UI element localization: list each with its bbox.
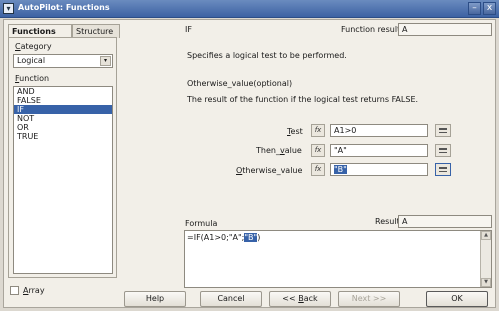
list-item[interactable]: AND [14,87,112,96]
list-item[interactable]: FALSE [14,96,112,105]
list-item[interactable]: OR [14,123,112,132]
otherwise-value-input[interactable]: "B" [330,163,428,176]
minimize-button[interactable]: – [468,2,481,15]
shrink-button-then-value[interactable] [435,144,451,157]
shrink-icon [439,148,447,153]
close-button[interactable]: x [483,2,496,15]
function-result-label: Function result [341,25,401,34]
back-button[interactable]: << Back [269,291,331,307]
scroll-up-icon[interactable]: ▲ [481,231,491,240]
fx-button-then-value[interactable]: fx [311,144,325,157]
array-label: Array [23,286,45,295]
list-item[interactable]: NOT [14,114,112,123]
function-list[interactable]: AND FALSE IF NOT OR TRUE [13,86,113,274]
array-checkbox[interactable] [10,286,19,295]
tab-structure[interactable]: Structure [72,24,120,38]
window-menu-icon[interactable]: ▾ [3,3,14,14]
list-item-selected[interactable]: IF [14,105,112,114]
fx-button-test[interactable]: fx [311,124,325,137]
formula-text: =IF(A1>0;"A";"B") [187,233,261,242]
otherwise-value-label: Otherwise_value [236,166,303,175]
category-value: Logical [17,56,46,65]
scroll-down-icon[interactable]: ▼ [481,278,491,287]
cancel-button[interactable]: Cancel [200,291,262,307]
result-field: A [398,215,492,228]
function-result-field: A [398,23,492,36]
fx-button-otherwise-value[interactable]: fx [311,163,325,176]
result-label: Result [375,217,400,226]
test-input[interactable]: A1>0 [330,124,428,137]
function-name: IF [185,25,192,34]
formula-scrollbar[interactable]: ▲ ▼ [480,231,491,287]
formula-label: Formula [185,219,218,228]
shrink-icon [439,128,447,133]
argument-description: The result of the function if the logica… [187,95,419,104]
formula-editor[interactable]: =IF(A1>0;"A";"B") ▲ ▼ [184,230,492,288]
function-label: Function [15,74,50,83]
ok-button[interactable]: OK [426,291,488,307]
next-button[interactable]: Next >> [338,291,400,307]
dialog-body: Functions Structure Category Logical ▾ F… [3,19,496,308]
chevron-down-icon[interactable]: ▾ [100,56,111,66]
shrink-button-test[interactable] [435,124,451,137]
window-title: AutoPilot: Functions [18,3,110,12]
test-label: Test [287,127,303,136]
function-description: Specifies a logical test to be performed… [187,51,347,60]
list-item[interactable]: TRUE [14,132,112,141]
category-label: Category [15,42,52,51]
shrink-icon [439,167,447,172]
help-button[interactable]: Help [124,291,186,307]
then-value-label: Then_value [256,146,302,155]
title-bar: ▾ AutoPilot: Functions – x [0,0,499,18]
argument-title: Otherwise_value(optional) [187,79,293,88]
otherwise-value-text: "B" [334,165,347,174]
category-select[interactable]: Logical ▾ [13,54,113,68]
functions-panel: Category Logical ▾ Function AND FALSE IF… [8,37,117,278]
then-value-input[interactable]: "A" [330,144,428,157]
shrink-button-otherwise-value[interactable] [435,163,451,176]
